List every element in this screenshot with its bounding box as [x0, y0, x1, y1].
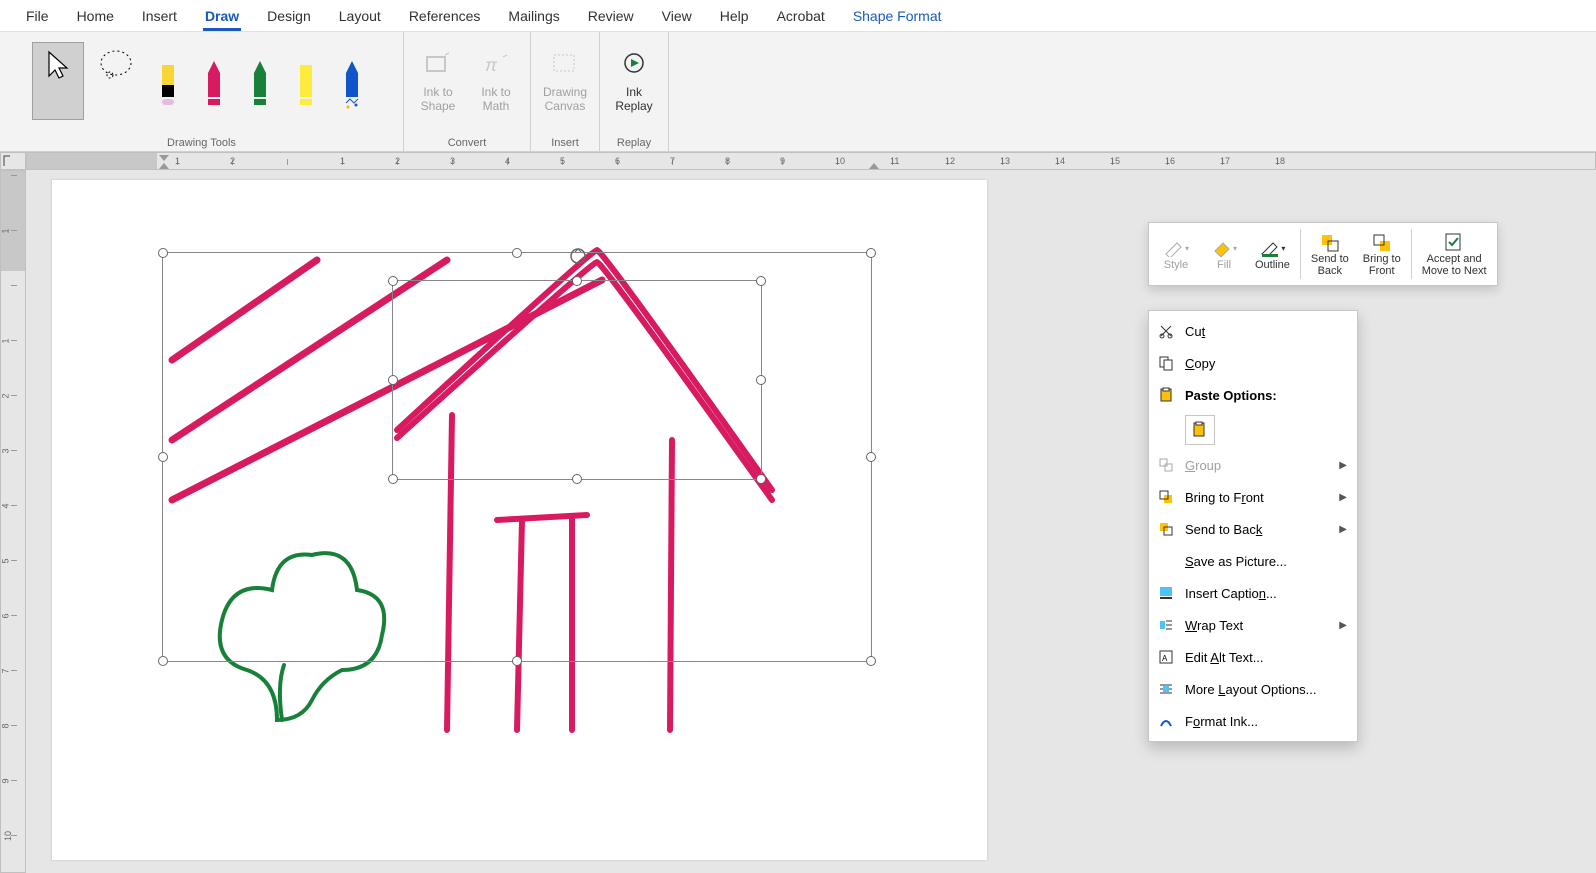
ruler-row: 12123456789101112131415161718	[0, 152, 1596, 170]
fill-icon: ▾	[1211, 237, 1237, 259]
cm-more-layout-options[interactable]: More Layout Options...	[1149, 673, 1357, 705]
cm-format-ink[interactable]: Format Ink...	[1149, 705, 1357, 737]
pen-tool-2[interactable]	[194, 51, 234, 111]
chevron-right-icon: ▶	[1339, 460, 1347, 471]
ribbon-group-replay-label: Replay	[617, 135, 651, 149]
svg-text:π: π	[485, 55, 498, 75]
tab-mailings[interactable]: Mailings	[494, 2, 573, 30]
send-to-back-icon	[1157, 520, 1175, 538]
drawing-canvas-button: Drawing Canvas	[539, 42, 591, 120]
bring-to-front-icon	[1157, 488, 1175, 506]
select-tool-button[interactable]	[32, 42, 84, 120]
cut-icon	[1157, 322, 1175, 340]
ribbon-group-drawing-tools-label: Drawing Tools	[167, 135, 236, 149]
cursor-icon	[43, 47, 73, 83]
pen-tool-1[interactable]	[148, 51, 188, 111]
mini-accept-move-button[interactable]: Accept and Move to Next	[1416, 227, 1493, 281]
tab-view[interactable]: View	[648, 2, 706, 30]
ribbon-group-convert-label: Convert	[448, 135, 487, 149]
tab-draw[interactable]: Draw	[191, 2, 253, 30]
outline-icon: ▾	[1259, 237, 1285, 259]
cm-paste-options-header: Paste Options:	[1149, 379, 1357, 411]
cm-edit-alt-text[interactable]: A Edit Alt Text...	[1149, 641, 1357, 673]
ink-to-shape-icon	[423, 47, 453, 83]
tab-review[interactable]: Review	[574, 2, 648, 30]
mini-send-to-back-button[interactable]: Send to Back	[1305, 227, 1355, 281]
cm-bring-to-front[interactable]: Bring to Front ▶	[1149, 481, 1357, 513]
rotate-handle[interactable]	[569, 247, 585, 263]
cm-cut[interactable]: Cut	[1149, 315, 1357, 347]
tab-design[interactable]: Design	[253, 2, 325, 30]
cm-send-to-back[interactable]: Send to Back ▶	[1149, 513, 1357, 545]
tab-layout[interactable]: Layout	[325, 2, 395, 30]
ink-replay-button[interactable]: Ink Replay	[608, 42, 660, 120]
ribbon-group-insert-label: Insert	[551, 135, 579, 149]
lasso-icon	[96, 47, 136, 83]
mini-bring-to-front-button[interactable]: Bring to Front	[1357, 227, 1407, 281]
alt-text-icon: A	[1157, 648, 1175, 666]
pen-tool-4[interactable]	[286, 51, 326, 111]
paste-option-icon	[1191, 421, 1209, 439]
tab-shape-format[interactable]: Shape Format	[839, 2, 956, 30]
chevron-right-icon: ▶	[1339, 524, 1347, 535]
style-icon: ▾	[1163, 237, 1189, 259]
tab-insert[interactable]: Insert	[128, 2, 191, 30]
svg-text:A: A	[1162, 654, 1168, 663]
cm-save-as-picture[interactable]: Save as Picture...	[1149, 545, 1357, 577]
mini-outline-button[interactable]: ▾ Outline	[1249, 227, 1296, 281]
ink-replay-icon	[619, 47, 649, 83]
ribbon: Drawing Tools Ink to Shape π Ink to Math…	[0, 32, 1596, 152]
cm-wrap-text[interactable]: Wrap Text ▶	[1149, 609, 1357, 641]
wrap-text-icon	[1157, 616, 1175, 634]
tab-references[interactable]: References	[395, 2, 495, 30]
drawing-canvas-icon	[550, 47, 580, 83]
cm-paste-keep-source[interactable]	[1185, 415, 1215, 445]
format-ink-icon	[1157, 712, 1175, 730]
cm-group: Group ▶	[1149, 449, 1357, 481]
send-to-back-icon	[1319, 231, 1341, 253]
cm-paste-options-row	[1149, 411, 1357, 449]
ink-selection-inner[interactable]	[392, 280, 762, 480]
mini-fill-button: ▾ Fill	[1201, 227, 1247, 281]
cm-insert-caption[interactable]: Insert Caption...	[1149, 577, 1357, 609]
tab-help[interactable]: Help	[706, 2, 763, 30]
horizontal-ruler[interactable]: 12123456789101112131415161718	[26, 152, 1596, 170]
layout-icon	[1157, 680, 1175, 698]
page	[52, 180, 987, 860]
ink-to-math-button: π Ink to Math	[470, 42, 522, 120]
lasso-tool-button[interactable]	[90, 42, 142, 120]
tab-home[interactable]: Home	[63, 2, 128, 30]
tab-acrobat[interactable]: Acrobat	[763, 2, 839, 30]
chevron-right-icon: ▶	[1339, 620, 1347, 631]
context-menu: Cut Copy Paste Options: Group ▶ Bring to…	[1148, 310, 1358, 742]
caption-icon	[1157, 584, 1175, 602]
ink-to-math-icon: π	[481, 47, 511, 83]
vertical-ruler[interactable]: 1123456789101112	[0, 170, 26, 873]
pen-tool-3[interactable]	[240, 51, 280, 111]
bring-to-front-icon	[1371, 231, 1393, 253]
accept-move-icon	[1443, 231, 1465, 253]
tab-file[interactable]: File	[12, 2, 63, 30]
copy-icon	[1157, 354, 1175, 372]
mini-style-button: ▾ Style	[1153, 227, 1199, 281]
cm-copy[interactable]: Copy	[1149, 347, 1357, 379]
paste-icon	[1157, 386, 1175, 404]
ribbon-tabs: File Home Insert Draw Design Layout Refe…	[0, 0, 1596, 32]
mini-toolbar: ▾ Style ▾ Fill ▾ Outline Send to Back Br…	[1148, 222, 1498, 286]
group-icon	[1157, 456, 1175, 474]
chevron-right-icon: ▶	[1339, 492, 1347, 503]
ruler-corner	[0, 152, 26, 170]
ink-to-shape-button: Ink to Shape	[412, 42, 464, 120]
pen-tool-5[interactable]	[332, 51, 372, 111]
